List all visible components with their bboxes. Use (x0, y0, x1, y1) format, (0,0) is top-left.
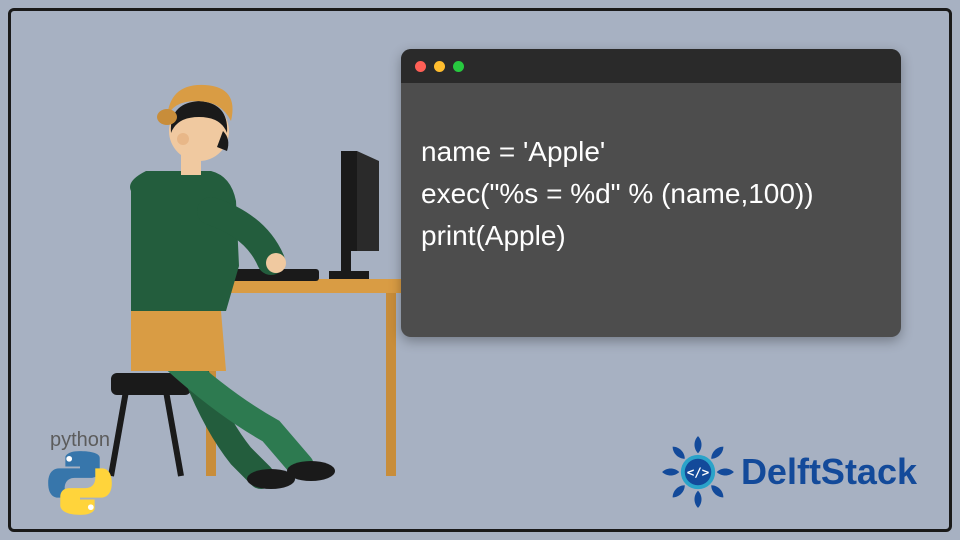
delftstack-label: DelftStack (741, 451, 917, 493)
code-line-2: exec("%s = %d" % (name,100)) (421, 178, 814, 209)
delftstack-emblem-icon: </> (659, 433, 737, 511)
code-line-3: print(Apple) (421, 220, 566, 251)
content-frame: name = 'Apple' exec("%s = %d" % (name,10… (8, 8, 952, 532)
code-window: name = 'Apple' exec("%s = %d" % (name,10… (401, 49, 901, 337)
maximize-dot (453, 61, 464, 72)
code-line-1: name = 'Apple' (421, 136, 605, 167)
close-dot (415, 61, 426, 72)
python-snakes-icon (45, 448, 115, 518)
delftstack-logo: </> DelftStack (659, 433, 917, 511)
window-titlebar (401, 49, 901, 83)
code-body: name = 'Apple' exec("%s = %d" % (name,10… (401, 83, 901, 337)
person-at-computer-illustration (71, 61, 431, 491)
python-logo: python (25, 429, 135, 523)
minimize-dot (434, 61, 445, 72)
svg-text:</>: </> (687, 465, 710, 480)
